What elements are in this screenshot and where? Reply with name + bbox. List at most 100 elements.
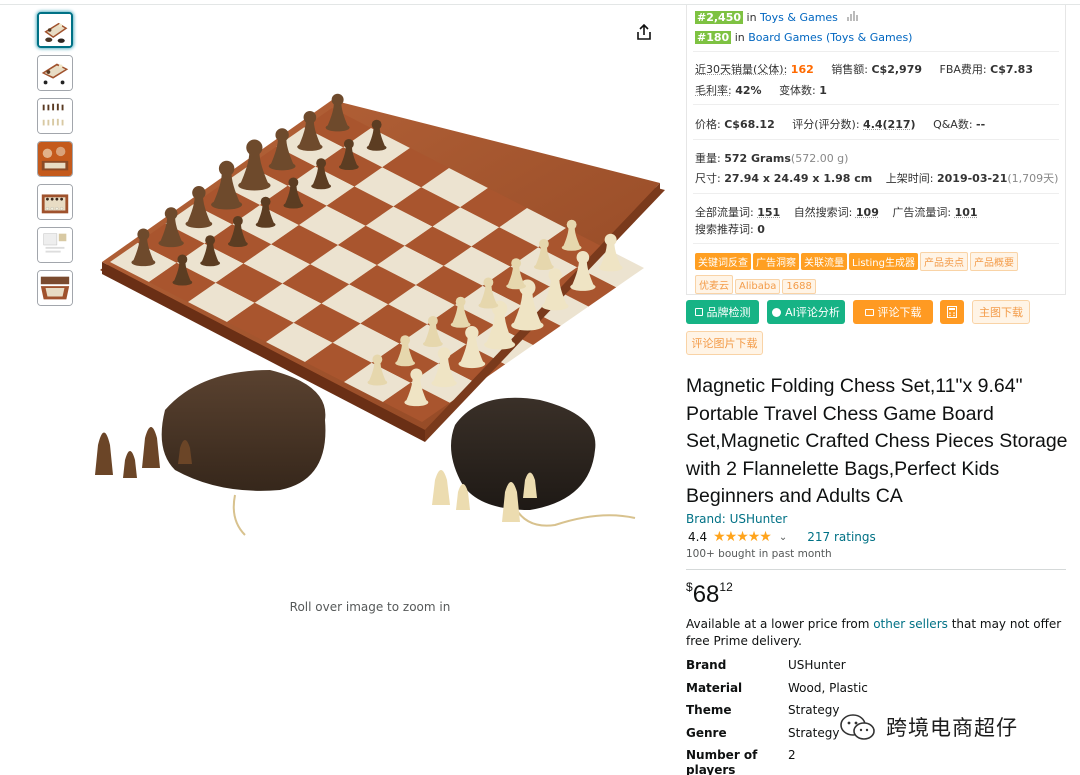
square-icon: [694, 308, 703, 316]
ad-label: 广告流量词:: [892, 206, 952, 219]
rank-row-2: #180 in Board Games (Toys & Games): [695, 31, 912, 44]
score-value[interactable]: 4.4(217): [863, 118, 916, 131]
divider: [693, 193, 1059, 194]
tag-selling-points[interactable]: 产品卖点: [919, 252, 968, 271]
spec-value: Strategy: [788, 703, 840, 717]
calculator-button[interactable]: [940, 300, 964, 324]
watermark-text: 跨境电商超仔: [886, 716, 1018, 740]
qa-label: Q&A数:: [933, 118, 973, 131]
thumbnail-2[interactable]: [37, 55, 73, 91]
bought-in-past-month: 100+ bought in past month: [686, 548, 832, 560]
star-rating-icon[interactable]: ★★★★★: [713, 529, 772, 545]
watermark: 跨境电商超仔: [838, 712, 1018, 742]
pie-icon: [772, 307, 782, 317]
other-sellers-link[interactable]: other sellers: [873, 617, 948, 631]
margin-label: 毛利率:: [695, 84, 732, 97]
brand-check-button[interactable]: 品牌检测: [686, 300, 759, 324]
thumbnail-6[interactable]: [37, 227, 73, 263]
chevron-down-icon[interactable]: ⌄: [779, 532, 787, 543]
listed-value: 2019-03-21: [937, 172, 1008, 185]
weight-label: 重量:: [695, 152, 721, 165]
rank-prefix: in: [746, 11, 757, 24]
listed-label: 上架时间:: [885, 172, 934, 185]
tag-alibaba[interactable]: Alibaba: [735, 279, 781, 294]
rank-badge: #2,450: [695, 11, 744, 24]
rank-prefix: in: [734, 31, 745, 44]
price-label: 价格:: [695, 118, 721, 131]
divider: [693, 51, 1059, 52]
tag-product-summary[interactable]: 产品概要: [969, 252, 1018, 271]
size-label: 尺寸:: [695, 172, 721, 185]
thumbnail-1[interactable]: [37, 12, 73, 48]
plugin-tag-list: 关键词反查 广告洞察 关联流量 Listing生成器 产品卖点 产品概要 优麦云 Aliba…: [695, 252, 1055, 298]
ai-review-button[interactable]: AI评论分析: [767, 300, 845, 324]
tag-listing-generator[interactable]: Listing生成器: [849, 253, 918, 270]
thumbnail-5[interactable]: [37, 184, 73, 220]
thumbnail-7[interactable]: [37, 270, 73, 306]
product-main-image[interactable]: [80, 40, 670, 570]
rank-row-1: #2,450 in Toys & Games: [695, 11, 859, 24]
tag-keyword-reverse[interactable]: 关键词反查: [695, 253, 751, 270]
wechat-icon: [840, 714, 875, 740]
ad-value[interactable]: 101: [955, 206, 978, 219]
traffic-all-label: 全部流量词:: [695, 206, 754, 219]
tag-ad-insight[interactable]: 广告洞察: [753, 253, 799, 270]
sales-row: 近30天销量(父体): 162 销售额: C$2,979 FBA费用: C$7.…: [695, 61, 1033, 77]
price: $6812: [686, 580, 733, 609]
spec-key: Material: [686, 681, 743, 695]
margin-row: 毛利率: 42% 变体数: 1: [695, 82, 827, 98]
recommend-value: 0: [757, 223, 765, 236]
recommend-label: 搜索推荐词:: [695, 223, 754, 236]
spec-value: USHunter: [788, 658, 846, 672]
divider: [693, 243, 1059, 244]
traffic-all-value[interactable]: 151: [757, 206, 780, 219]
divider: [686, 569, 1066, 570]
weight-row: 重量: 572 Grams(572.00 g): [695, 150, 848, 166]
ai-review-label: AI评论分析: [785, 306, 840, 319]
brand-link[interactable]: Brand: USHunter: [686, 512, 787, 526]
price-row: 价格: C$68.12 评分(评分数): 4.4(217) Q&A数: --: [695, 116, 985, 132]
divider: [693, 104, 1059, 105]
thumbnail-4[interactable]: [37, 141, 73, 177]
tag-related-traffic[interactable]: 关联流量: [801, 253, 847, 270]
variants-value: 1: [819, 84, 827, 97]
score-label: 评分(评分数):: [792, 118, 860, 131]
tag-1688[interactable]: 1688: [782, 279, 816, 294]
review-image-download-label: 评论图片下载: [691, 337, 758, 350]
organic-value[interactable]: 109: [856, 206, 879, 219]
traffic-row: 全部流量词: 151 自然搜索词: 109 广告流量词: 101: [695, 204, 978, 220]
share-icon[interactable]: [634, 22, 654, 42]
thumbnail-3[interactable]: [37, 98, 73, 134]
thumbnail-strip: [37, 12, 73, 313]
size-value: 27.94 x 24.49 x 1.98 cm: [724, 172, 873, 185]
product-title: Magnetic Folding Chess Set,11"x 9.64" Po…: [686, 375, 1068, 507]
sales30-label: 近30天销量(父体):: [695, 63, 788, 76]
zoom-hint: Roll over image to zoom in: [289, 600, 451, 614]
rank-category-link[interactable]: Toys & Games: [760, 11, 838, 24]
spec-value: Strategy: [788, 726, 840, 740]
fba-value: C$7.83: [990, 63, 1033, 76]
price-whole: 68: [692, 581, 720, 608]
sales30-value: 162: [790, 63, 814, 76]
review-download-button[interactable]: 评论下载: [853, 300, 933, 324]
margin-value: 42%: [735, 84, 762, 97]
spec-key: Genre: [686, 726, 727, 740]
divider: [693, 139, 1059, 140]
spec-value: Wood, Plastic: [788, 681, 868, 695]
rank-badge: #180: [695, 31, 732, 44]
listed-extra: (1,709天): [1007, 172, 1059, 185]
rank-category-link[interactable]: Board Games (Toys & Games): [748, 31, 912, 44]
revenue-value: C$2,979: [871, 63, 923, 76]
review-image-download-button[interactable]: 评论图片下载: [686, 331, 763, 355]
tag-youmaiyun[interactable]: 优麦云: [695, 275, 733, 294]
size-row: 尺寸: 27.94 x 24.49 x 1.98 cm 上架时间: 2019-0…: [695, 170, 1058, 186]
ratings-count-link[interactable]: 217 ratings: [807, 530, 876, 544]
weight-extra: (572.00 g): [790, 152, 849, 165]
fba-label: FBA费用:: [939, 63, 987, 76]
price-symbol: $: [686, 580, 693, 594]
rating-value: 4.4: [688, 530, 708, 544]
spec-key: Number of players: [686, 748, 758, 775]
recommend-row: 搜索推荐词: 0: [695, 221, 765, 237]
bar-chart-icon[interactable]: [847, 11, 859, 21]
main-image-download-button[interactable]: 主图下载: [972, 300, 1030, 324]
